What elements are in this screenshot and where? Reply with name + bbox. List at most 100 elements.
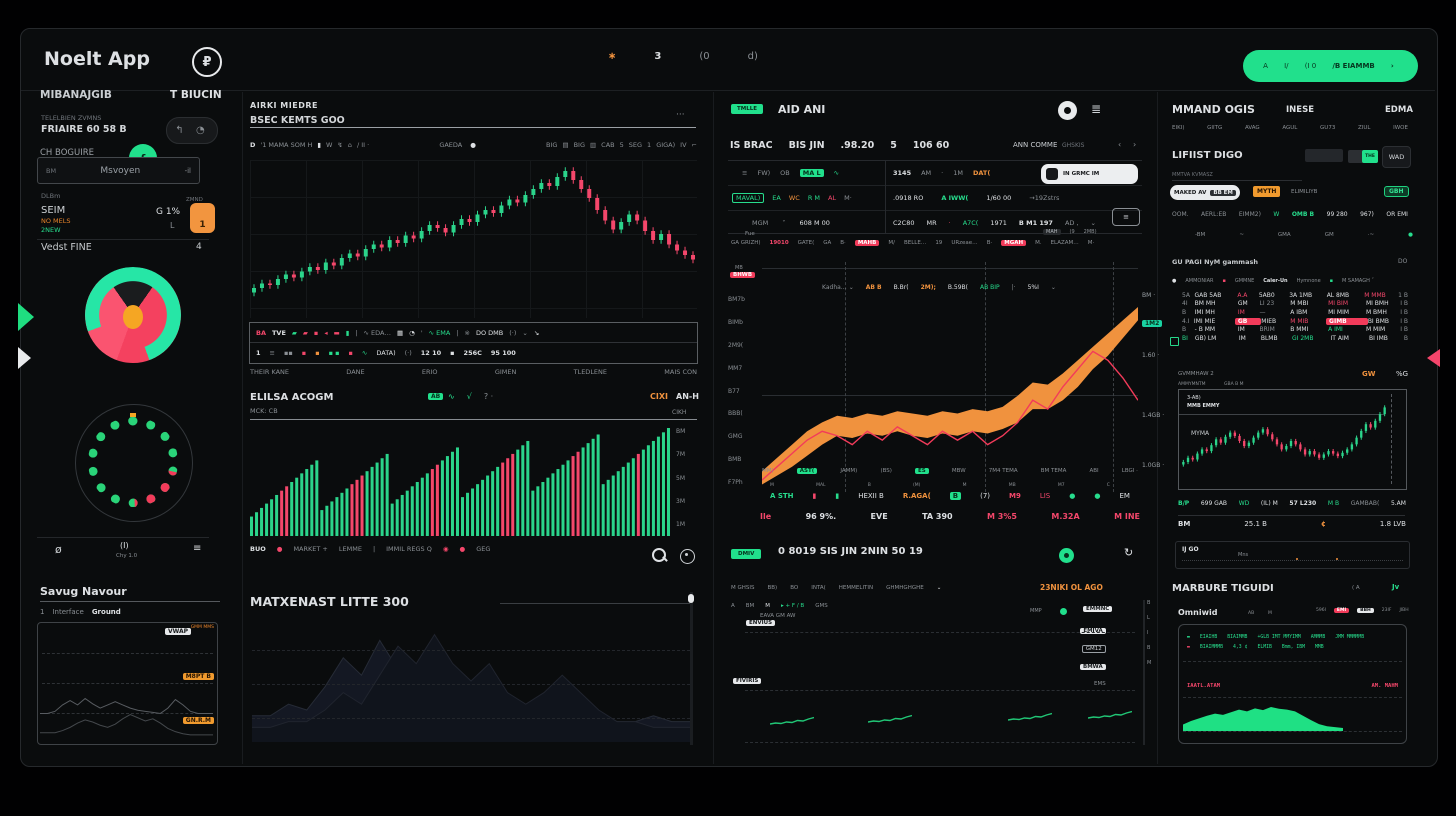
market-tab[interactable]: AVAG	[1245, 125, 1260, 131]
token[interactable]: BUO	[250, 545, 266, 553]
token[interactable]: CAB	[601, 141, 614, 149]
token[interactable]: LEMME	[339, 545, 362, 553]
pair-badge[interactable]: TMLLE	[731, 104, 763, 114]
token[interactable]: HEMMELITIN	[839, 585, 873, 591]
table-row[interactable]: BIGB) LMIMBLMBGI 2MBIT AIMBI IMBB	[1182, 334, 1408, 343]
token[interactable]: MAHB	[855, 240, 880, 246]
token[interactable]: MAVAL)	[732, 193, 764, 203]
grid-mode-card[interactable]: IN GRMC IM	[1041, 164, 1138, 184]
token[interactable]: ▮	[317, 141, 321, 149]
watchlist-scrollbar[interactable]	[690, 592, 693, 745]
table-row[interactable]: 5AGAB 5ABA.A5AB03A 1MBAL 8MBM MMB1 B	[1182, 291, 1408, 300]
token[interactable]: EMIVA	[1080, 628, 1105, 634]
scrollbar-thumb[interactable]	[688, 594, 694, 603]
edit-icon[interactable]: ø	[55, 543, 62, 556]
token[interactable]: GM12	[1082, 645, 1106, 653]
token[interactable]: ◔	[196, 125, 205, 136]
list-icon[interactable]: ≣	[1091, 102, 1101, 116]
token[interactable]: ›	[1391, 62, 1394, 70]
table-row[interactable]: 4.IIMI MIEGBMIEBM MIBGIMBBI BMBI B	[1182, 317, 1408, 326]
volume-bar-chart[interactable]	[250, 424, 672, 536]
token[interactable]: GIGA)	[656, 141, 675, 149]
middle-scrollbar[interactable]	[1143, 600, 1145, 745]
token[interactable]: ▥	[590, 141, 596, 149]
mini-badge-2[interactable]: M8PT B	[183, 673, 214, 680]
token[interactable]: GEG	[476, 545, 490, 553]
token[interactable]: ↰	[175, 125, 183, 136]
table-row[interactable]: 4IBM MHGMLI 23M MBIMI BIMMI BMHI B	[1182, 300, 1408, 309]
token[interactable]: EMI	[1334, 608, 1349, 613]
vwap-badge[interactable]: VWAP	[165, 628, 191, 635]
token[interactable]: M GHSIS	[731, 585, 755, 591]
search-icon[interactable]	[652, 548, 666, 562]
band-area-chart[interactable]	[762, 262, 1138, 492]
prev-arrow[interactable]: ‹	[1118, 140, 1121, 149]
token[interactable]: ⌄	[1051, 284, 1056, 291]
token[interactable]: ↯	[337, 141, 342, 149]
wad-button[interactable]: WAD	[1382, 146, 1411, 168]
checkbox[interactable]	[1170, 337, 1179, 346]
token[interactable]: ▦	[397, 329, 403, 337]
token[interactable]: SEG	[629, 141, 642, 149]
market-tab[interactable]: ZIUL	[1358, 125, 1370, 131]
maker-pill[interactable]: MAKED AV BB EM	[1170, 185, 1240, 200]
token[interactable]: ⌂	[348, 141, 352, 149]
token[interactable]: ≡	[270, 349, 275, 357]
token[interactable]: 1	[647, 141, 651, 149]
market-tab[interactable]: EIKI)	[1172, 125, 1184, 131]
table-row[interactable]: BIMI MHIM—A IBMMI MIMM BMHI B	[1182, 308, 1408, 317]
token[interactable]: '1 MAMA SOM H	[260, 141, 312, 149]
record-icon[interactable]	[1058, 101, 1077, 120]
toggle-switch[interactable]: THE	[1348, 150, 1378, 163]
table-row[interactable]: B- B MMIMBRIMB MMIA IMIM MIMI B	[1182, 325, 1408, 334]
token[interactable]: BMWA	[1080, 664, 1106, 670]
market-tab[interactable]: IWOE	[1393, 125, 1408, 131]
left-badge-2[interactable]: FIVIRIS	[733, 678, 761, 684]
token[interactable]: ▤	[562, 141, 568, 149]
market-tab[interactable]: AGUL	[1282, 125, 1297, 131]
gbh-badge[interactable]: GBH	[1384, 186, 1409, 197]
token[interactable]: I/	[1284, 62, 1288, 70]
volume-badge[interactable]: AB	[428, 393, 443, 400]
token[interactable]: DO DMB	[476, 329, 503, 337]
expand-button[interactable]: ≡	[1112, 208, 1140, 226]
more-menu-icon[interactable]: ···	[676, 110, 685, 120]
token[interactable]: IV	[680, 141, 686, 149]
token[interactable]: / II ·	[357, 141, 369, 149]
token[interactable]: GHMHGHGHE	[886, 585, 924, 591]
amount-input[interactable]	[1305, 149, 1343, 162]
bottom-pair-badge[interactable]: DMIV	[731, 549, 761, 559]
depth-table[interactable]: 5AGAB 5ABA.A5AB03A 1MBAL 8MBM MMB1 B4IBM…	[1182, 291, 1408, 343]
status-icon[interactable]	[1059, 548, 1074, 563]
logo-icon[interactable]: ₽	[192, 47, 222, 77]
token[interactable]: BIG	[546, 141, 557, 149]
search-input[interactable]: BM Msvoyen -il	[37, 157, 200, 184]
token[interactable]: ◔	[409, 329, 415, 337]
token[interactable]: BB)	[768, 585, 778, 591]
token[interactable]: MARKET +	[293, 545, 327, 553]
token[interactable]: A	[1263, 62, 1268, 70]
info-icon[interactable]: (I)	[120, 541, 129, 550]
token[interactable]: ⌄	[937, 585, 942, 591]
orders-right-green[interactable]: Jv	[1392, 583, 1399, 591]
token[interactable]: BO	[790, 585, 798, 591]
token[interactable]: 5	[620, 141, 624, 149]
right-badge-top[interactable]: EMMNC	[1083, 606, 1112, 612]
history-pill[interactable]: ↰◔	[166, 117, 218, 144]
token[interactable]: ∿ EDA…	[364, 329, 391, 337]
token[interactable]: Kadha… ⌄	[822, 284, 854, 291]
token[interactable]: ≡	[742, 169, 747, 177]
token[interactable]: INTA(	[811, 585, 826, 591]
token[interactable]: W	[326, 141, 332, 149]
token[interactable]: ⌐	[692, 141, 697, 149]
token[interactable]: /B EIAMMB	[1332, 62, 1374, 70]
menu-icon[interactable]: ≡	[193, 543, 201, 554]
next-arrow[interactable]: ›	[1133, 140, 1136, 149]
account-icon[interactable]	[680, 549, 695, 564]
token[interactable]: BIG	[574, 141, 585, 149]
token[interactable]: ∿ EMA	[429, 329, 451, 337]
token[interactable]: D	[250, 141, 255, 149]
myth-badge[interactable]: MYTH	[1253, 186, 1280, 197]
market-tab[interactable]: GIITG	[1207, 125, 1222, 131]
token[interactable]: BBH	[1357, 608, 1374, 613]
